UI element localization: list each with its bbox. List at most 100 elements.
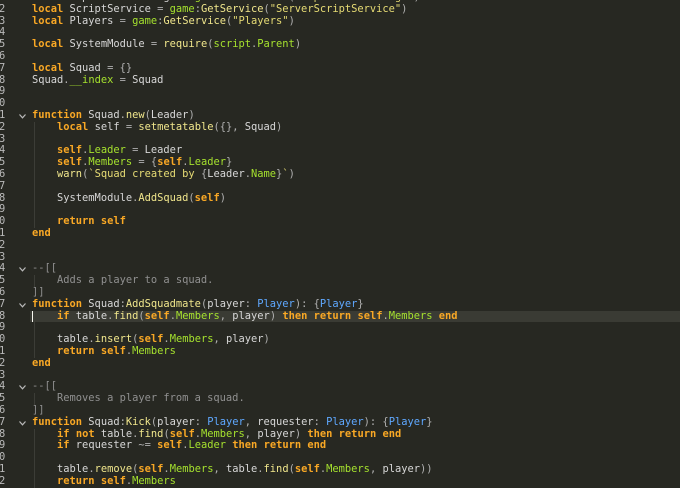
code-token: ) <box>294 38 302 51</box>
code-area[interactable]: local ReplicatedStorage = game:GetServic… <box>30 0 680 488</box>
code-token: local <box>32 2 64 15</box>
code-line[interactable]: local Players = game:GetService("Players… <box>30 14 680 28</box>
code-token: self <box>294 463 320 475</box>
code-token: `Squad created by <box>88 168 201 180</box>
code-token: Members <box>132 345 176 357</box>
code-token: } <box>226 156 233 169</box>
code-token: , <box>213 333 226 346</box>
gutter-row: 7 <box>0 62 30 75</box>
code-token: Members <box>132 474 176 487</box>
code-line[interactable]: Squad.__index = Squad <box>30 74 680 87</box>
code-text: Removes a player from a squad. <box>32 392 245 405</box>
code-token: ) <box>263 333 270 346</box>
code-line[interactable]: return self.Members <box>30 345 680 358</box>
code-editor[interactable]: 1234567890123456789012345678901234567890… <box>0 0 680 488</box>
code-line[interactable]: end <box>30 357 680 370</box>
code-token: table <box>94 427 133 440</box>
code-token: player <box>226 333 264 346</box>
code-token: Player <box>207 415 245 428</box>
code-token: table <box>69 309 108 322</box>
code-line[interactable]: end <box>30 227 680 240</box>
gutter-row: 7 <box>0 416 30 429</box>
gutter-row: 2 <box>0 239 30 252</box>
fold-chevron-icon[interactable] <box>19 302 26 309</box>
code-token: Members <box>175 309 220 322</box>
code-token: require <box>163 38 208 51</box>
code-token: Kick <box>125 415 151 428</box>
code-line[interactable]: return self.Members <box>30 474 680 488</box>
code-token: player <box>157 415 195 428</box>
code-token: remove <box>94 463 133 475</box>
code-token: , <box>244 427 258 440</box>
line-number: 2 <box>0 120 6 133</box>
code-line[interactable]: SystemModule.AddSquad(self) <box>30 191 680 205</box>
code-line[interactable] <box>30 204 680 216</box>
code-token: self <box>157 439 183 452</box>
code-text: local Players = game:GetService("Players… <box>32 14 295 28</box>
code-token: ~= <box>138 439 151 452</box>
code-token: ]] <box>32 404 45 416</box>
code-token: return <box>57 215 95 228</box>
code-token: end <box>32 227 51 239</box>
indent-guide <box>34 275 35 287</box>
code-token: "ServerScriptService" <box>269 2 402 15</box>
code-token: , <box>244 415 258 428</box>
line-number: 2 <box>0 356 6 369</box>
code-token: ]] <box>32 286 45 298</box>
code-line[interactable]: local SystemModule = require(script.Pare… <box>30 38 680 51</box>
fold-chevron-icon[interactable] <box>19 384 26 391</box>
code-line[interactable]: if requester ~= self.Leader then return … <box>30 439 680 452</box>
fold-chevron-icon[interactable] <box>19 266 26 273</box>
code-text: Squad.__index = Squad <box>32 74 163 87</box>
line-number: 7 <box>0 179 6 192</box>
fold-chevron-icon[interactable] <box>19 420 26 427</box>
code-token: Squad <box>82 415 120 428</box>
code-token: Leader <box>188 156 227 169</box>
code-token: , <box>369 463 383 475</box>
code-line[interactable]: warn(`Squad created by {Leader.Name}`) <box>30 168 680 181</box>
code-token: --[[ <box>32 262 58 275</box>
code-token: Members <box>388 309 433 322</box>
code-line[interactable]: local self = setmetatable({}, Squad) <box>30 120 680 134</box>
code-line[interactable]: Removes a player from a squad. <box>30 392 680 405</box>
code-token: Members <box>326 463 370 475</box>
code-token: if <box>57 309 70 322</box>
code-token: Player <box>319 297 358 310</box>
code-token: self <box>138 463 164 475</box>
code-token: Leader <box>88 144 126 157</box>
code-token: game <box>132 14 158 27</box>
code-token: Removes a player from a squad. <box>32 392 245 405</box>
code-line[interactable] <box>30 240 680 252</box>
code-token: ) <box>401 2 408 15</box>
code-token: ) <box>219 191 226 204</box>
code-token: {} <box>119 61 133 74</box>
code-token: ) <box>294 427 308 440</box>
code-token: self <box>138 333 164 346</box>
code-line[interactable] <box>30 370 680 382</box>
code-text: warn(`Squad created by {Leader.Name}`) <box>32 168 295 181</box>
code-token: ) <box>288 14 295 27</box>
code-token: Player <box>257 297 295 310</box>
code-line[interactable] <box>30 86 680 98</box>
code-token: find <box>113 309 139 322</box>
code-token: local <box>32 38 64 51</box>
code-line[interactable]: return self <box>30 215 680 228</box>
code-token: SystemModule <box>32 191 133 204</box>
code-token: end <box>307 439 327 452</box>
code-line[interactable] <box>30 252 680 264</box>
code-token: ): { <box>294 297 320 310</box>
code-token: Players <box>63 14 120 27</box>
code-line[interactable]: Adds a player to a squad. <box>30 274 680 287</box>
code-text: return self.Members <box>32 474 176 488</box>
code-token: self <box>169 427 195 440</box>
text-cursor <box>32 310 33 323</box>
code-token: local <box>32 14 64 27</box>
current-code-line[interactable]: if table.find(self.Members, player) then… <box>30 309 680 323</box>
code-token: Squad <box>244 120 277 133</box>
fold-chevron-icon[interactable] <box>19 113 26 120</box>
indent-guide <box>34 121 35 228</box>
